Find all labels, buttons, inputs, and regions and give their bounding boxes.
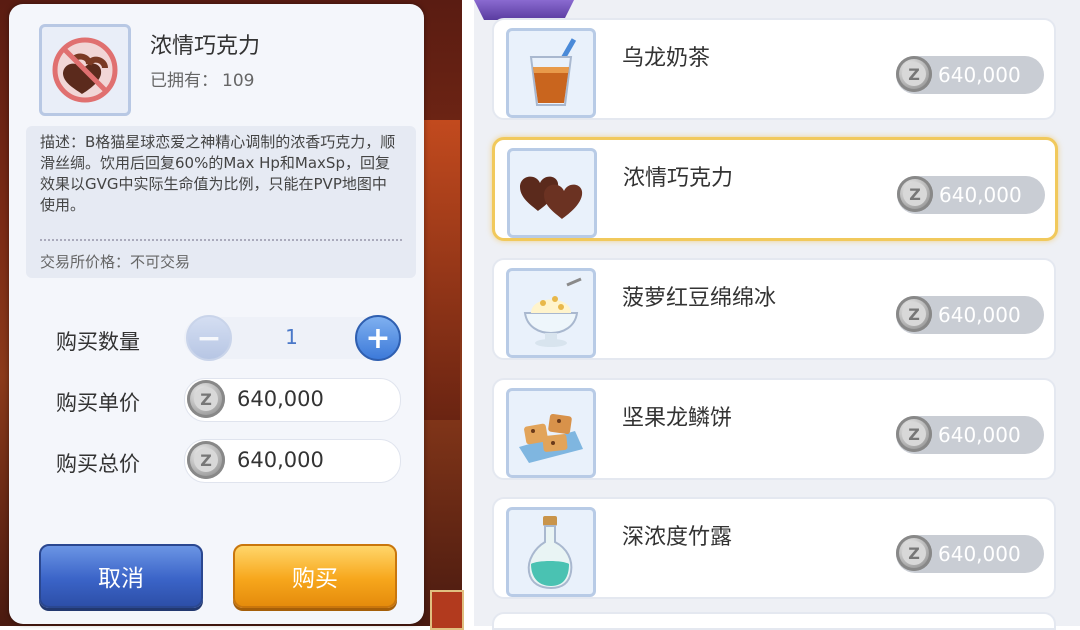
- quantity-label: 购买数量: [56, 330, 140, 354]
- shop-item[interactable]: 深浓度竹露 Z 640,000: [492, 497, 1056, 599]
- potion-bottle-icon: [527, 516, 573, 590]
- item-icon-frame: [506, 507, 596, 597]
- zeny-coin-icon: Z: [896, 296, 932, 332]
- shop-header-decoration: [474, 0, 574, 20]
- item-icon-frame: [39, 24, 131, 116]
- unit-price-label: 购买单价: [56, 391, 140, 415]
- shop-item-price-value: 640,000: [938, 63, 1021, 87]
- description-divider: [40, 239, 402, 241]
- shop-item-price: Z 640,000: [897, 176, 1045, 214]
- zeny-coin-icon: Z: [896, 535, 932, 571]
- zeny-coin-icon: Z: [896, 56, 932, 92]
- milk-tea-icon: [529, 38, 577, 106]
- shop-item-price: Z 640,000: [896, 416, 1044, 454]
- chocolate-icon: [520, 176, 583, 219]
- chocolate-no-trade-icon: [52, 37, 118, 103]
- zeny-coin-icon: Z: [897, 176, 933, 212]
- quantity-stepper[interactable]: − 1 +: [184, 315, 401, 361]
- zeny-coin-icon: Z: [187, 380, 225, 418]
- buy-button[interactable]: 购买: [233, 544, 397, 608]
- next-shop-item-partial: [492, 612, 1056, 630]
- total-price-field: Z 640,000: [184, 439, 401, 483]
- owned-count: 已拥有： 109: [150, 66, 254, 91]
- shop-item[interactable]: 菠萝红豆绵绵冰 Z 640,000: [492, 258, 1056, 360]
- total-price-value: 640,000: [237, 448, 324, 472]
- item-icon-frame: [506, 268, 596, 358]
- cancel-button[interactable]: 取消: [39, 544, 203, 608]
- item-description: 描述：B格猫星球恋爱之神精心调制的浓香巧克力，顺滑丝绸。饮用后回复60%的Max…: [40, 133, 396, 214]
- owned-label: 已拥有：: [150, 71, 218, 91]
- shop-item-name: 浓情巧克力: [623, 166, 734, 191]
- owned-value: 109: [222, 71, 255, 91]
- shaved-ice-icon: [523, 277, 582, 347]
- total-price-label: 购买总价: [56, 452, 140, 476]
- shop-item-price-value: 640,000: [938, 423, 1021, 447]
- cookie-icon: [519, 413, 583, 463]
- shop-item-selected[interactable]: 浓情巧克力 Z 640,000: [492, 137, 1058, 241]
- item-icon-frame: [506, 388, 596, 478]
- increase-button[interactable]: +: [355, 315, 401, 361]
- background-glow: [420, 120, 460, 420]
- shop-item-price: Z 640,000: [896, 56, 1044, 94]
- shop-item[interactable]: 乌龙奶茶 Z 640,000: [492, 18, 1056, 120]
- shop-item-name: 深浓度竹露: [622, 525, 733, 550]
- shop-item-name: 坚果龙鳞饼: [622, 406, 733, 431]
- zeny-coin-icon: Z: [896, 416, 932, 452]
- shop-item-price-value: 640,000: [938, 303, 1021, 327]
- shop-item-name: 乌龙奶茶: [622, 46, 711, 71]
- unit-price-field: Z 640,000: [184, 378, 401, 422]
- shop-item-price-value: 640,000: [938, 542, 1021, 566]
- shop-item[interactable]: 坚果龙鳞饼 Z 640,000: [492, 378, 1056, 480]
- shop-item-name: 菠萝红豆绵绵冰: [622, 286, 777, 311]
- unit-price-value: 640,000: [237, 387, 324, 411]
- description-box: 描述：B格猫星球恋爱之神精心调制的浓香巧克力，顺滑丝绸。饮用后回复60%的Max…: [26, 126, 416, 278]
- trade-price: 交易所价格：不可交易: [40, 253, 191, 271]
- item-icon-frame: [507, 148, 597, 238]
- purchase-dialog: 浓情巧克力 已拥有： 109 描述：B格猫星球恋爱之神精心调制的浓香巧克力，顺滑丝…: [9, 4, 424, 624]
- shop-item-price-value: 640,000: [939, 183, 1022, 207]
- background-fragment: [430, 590, 464, 630]
- shop-item-price: Z 640,000: [896, 296, 1044, 334]
- item-title: 浓情巧克力: [150, 34, 261, 59]
- shop-item-price: Z 640,000: [896, 535, 1044, 573]
- zeny-coin-icon: Z: [187, 441, 225, 479]
- item-icon-frame: [506, 28, 596, 118]
